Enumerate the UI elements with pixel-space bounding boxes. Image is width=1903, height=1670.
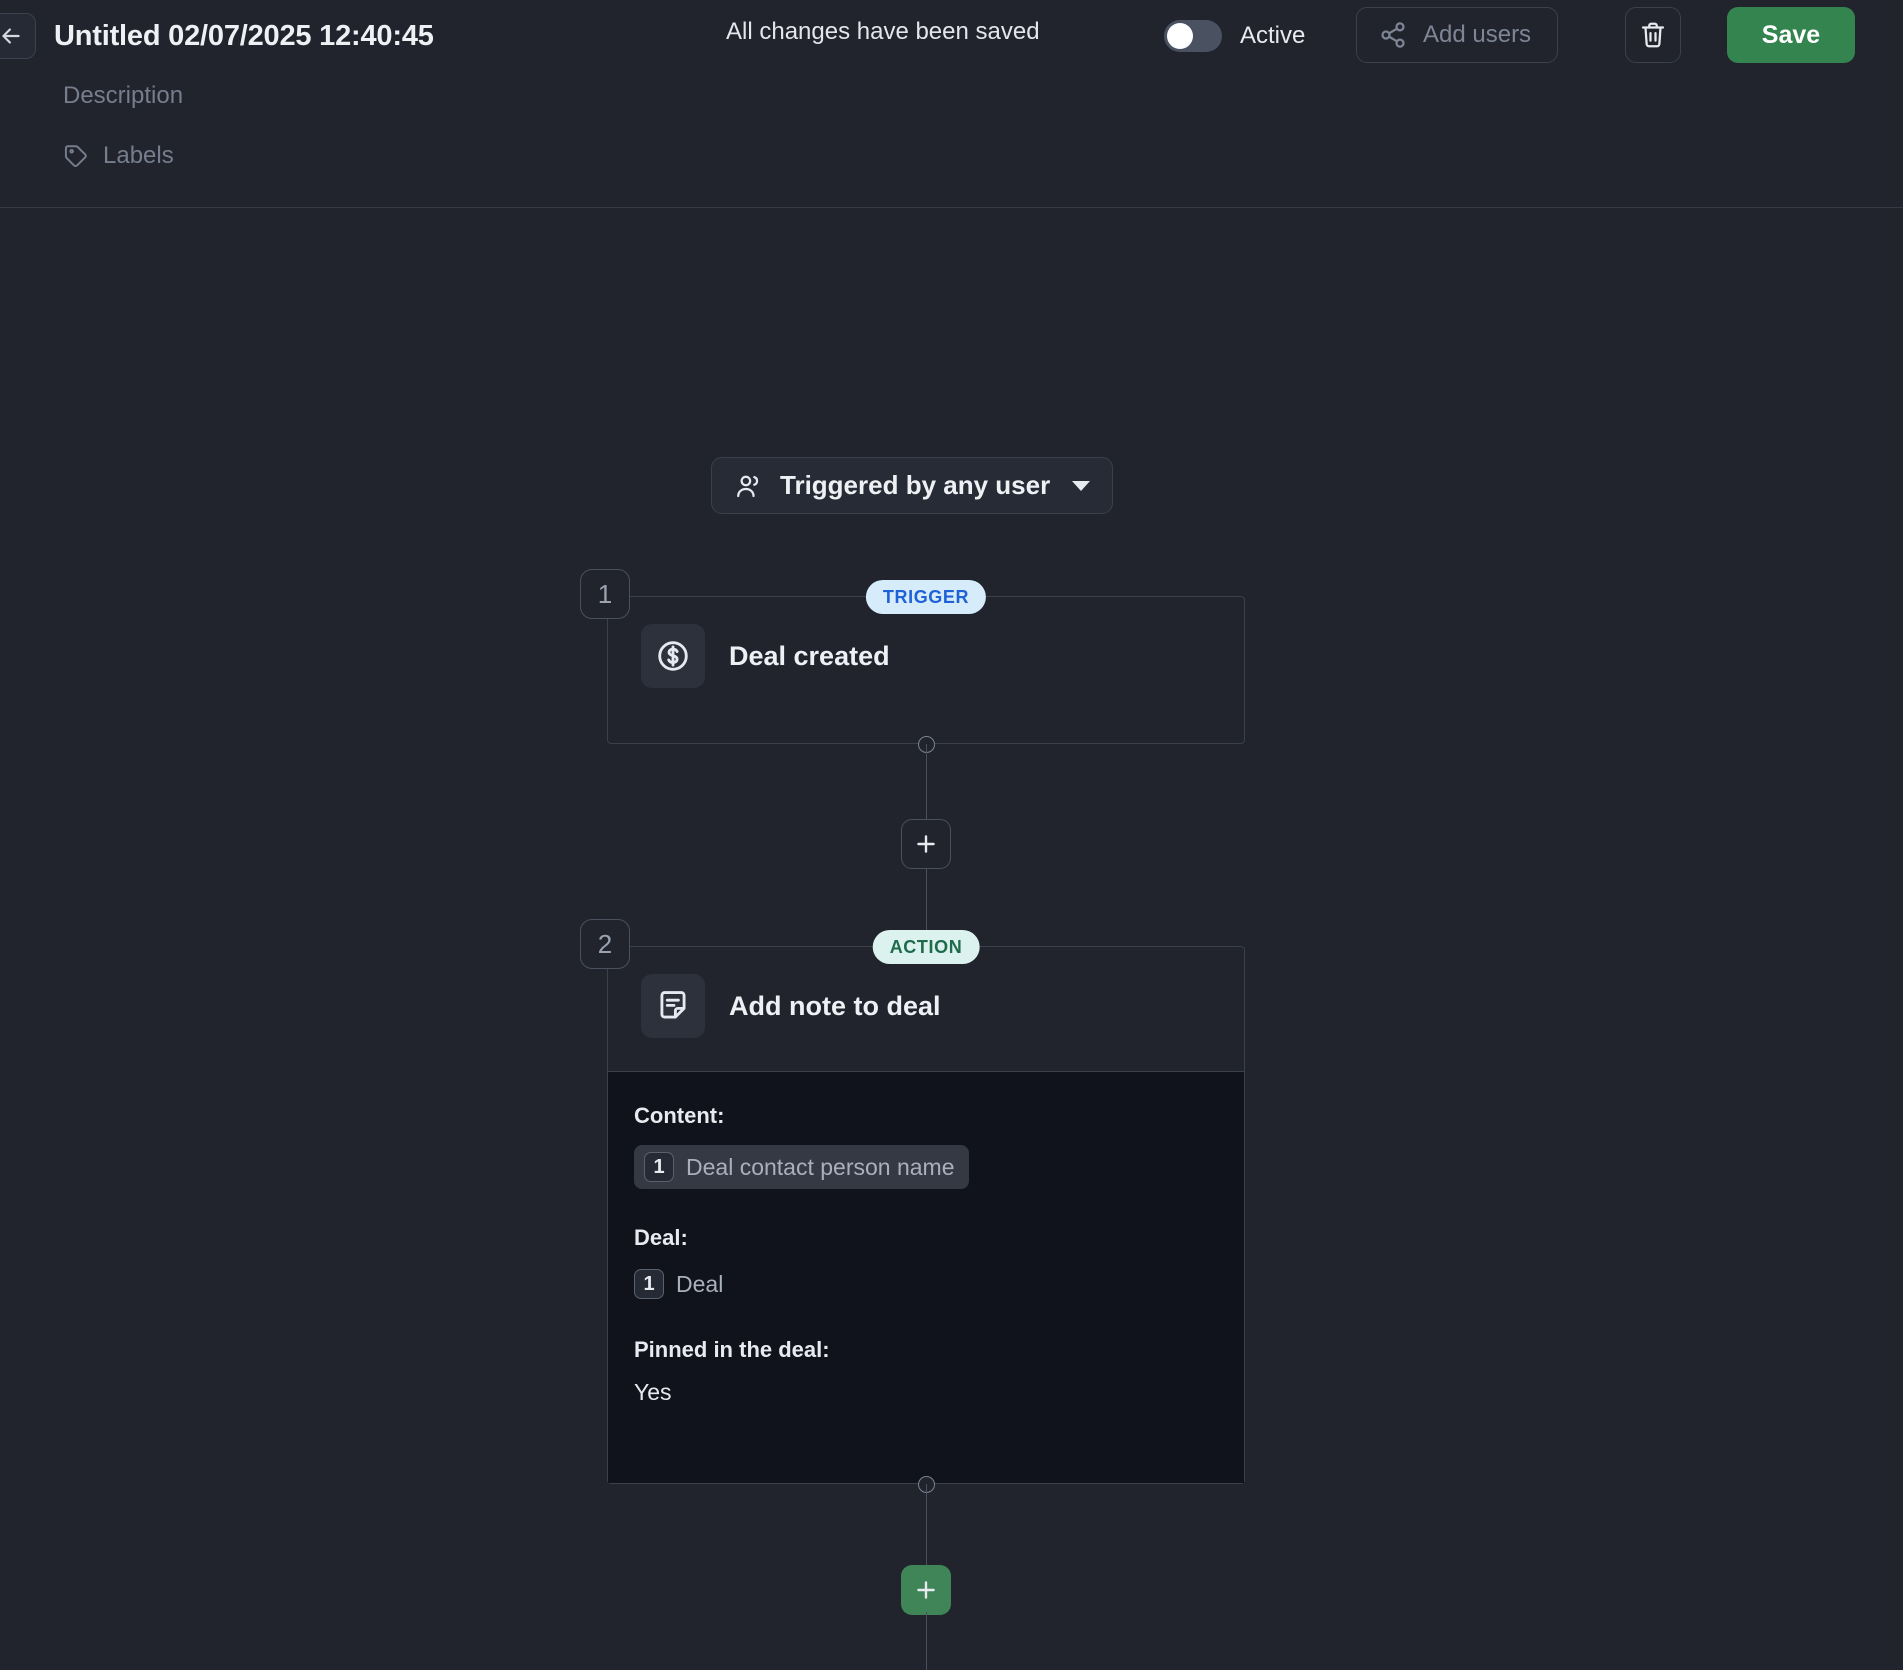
toggle-knob: [1167, 23, 1193, 49]
trigger-node-card[interactable]: 1 TRIGGER Deal created: [580, 569, 1245, 744]
active-toggle[interactable]: [1164, 20, 1222, 52]
content-field-label: Content:: [634, 1103, 725, 1128]
tag-icon: [64, 145, 87, 168]
plus-icon: [917, 1581, 935, 1599]
action-details-panel: Content: 1 Deal contact person name Deal…: [608, 1071, 1244, 1483]
deal-field-value: Deal: [676, 1270, 724, 1297]
connector-line: [926, 1612, 927, 1670]
note-icon: [660, 991, 686, 1019]
add-step-button[interactable]: [901, 819, 951, 869]
share-icon: [1381, 22, 1405, 48]
trigger-node-title: Deal created: [729, 640, 890, 671]
content-field-value: Deal contact person name: [686, 1153, 955, 1180]
deal-field-label: Deal:: [634, 1225, 688, 1250]
deal-icon-box: [641, 624, 705, 688]
add-users-button[interactable]: Add users: [1356, 7, 1559, 63]
trash-icon: [1641, 22, 1665, 48]
node-type-badge: TRIGGER: [865, 580, 987, 614]
description-placeholder[interactable]: Description: [63, 82, 183, 110]
add-users-label: Add users: [1423, 21, 1532, 48]
content-field-chip[interactable]: 1 Deal contact person name: [634, 1145, 969, 1189]
workflow-title: Untitled 02/07/2025 12:40:45: [54, 19, 434, 52]
save-status-text: All changes have been saved: [726, 18, 1040, 45]
workflow-header: Untitled 02/07/2025 12:40:45 All changes…: [0, 0, 1903, 208]
arrow-left-icon: [2, 28, 20, 44]
action-node-card[interactable]: 2 ACTION Add note to deal Content: 1 Dea…: [580, 919, 1245, 1484]
chip-step-badge: 1: [644, 1152, 674, 1182]
step-number-badge: 1: [580, 569, 630, 619]
pinned-field-value: Yes: [634, 1379, 672, 1405]
triggered-by-dropdown[interactable]: Triggered by any user: [711, 457, 1114, 514]
triggered-by-label: Triggered by any user: [780, 470, 1051, 500]
step-number-badge: 2: [580, 919, 630, 969]
active-toggle-group: Active: [1164, 20, 1305, 52]
add-step-button-green[interactable]: [901, 1565, 951, 1615]
back-button[interactable]: [0, 13, 36, 59]
plus-icon: [917, 835, 935, 853]
deal-field-value-row[interactable]: 1 Deal: [634, 1267, 723, 1301]
connector-line: [926, 1484, 927, 1570]
dollar-circle-icon: [658, 641, 688, 671]
action-node-title: Add note to deal: [729, 990, 941, 1021]
note-icon-box: [641, 974, 705, 1038]
connector-line: [926, 744, 927, 824]
chevron-down-icon: [1072, 480, 1091, 491]
pinned-field-label: Pinned in the deal:: [634, 1337, 830, 1362]
labels-label: Labels: [103, 142, 174, 169]
workflow-canvas: Triggered by any user 1 TRIGGER Deal cre…: [0, 208, 1903, 1670]
delete-button[interactable]: [1625, 7, 1681, 63]
deal-step-badge: 1: [634, 1269, 664, 1299]
active-toggle-label: Active: [1240, 22, 1306, 49]
users-icon: [737, 475, 759, 497]
node-type-badge: ACTION: [872, 930, 980, 964]
save-button[interactable]: Save: [1727, 7, 1855, 63]
labels-button[interactable]: Labels: [63, 142, 174, 170]
